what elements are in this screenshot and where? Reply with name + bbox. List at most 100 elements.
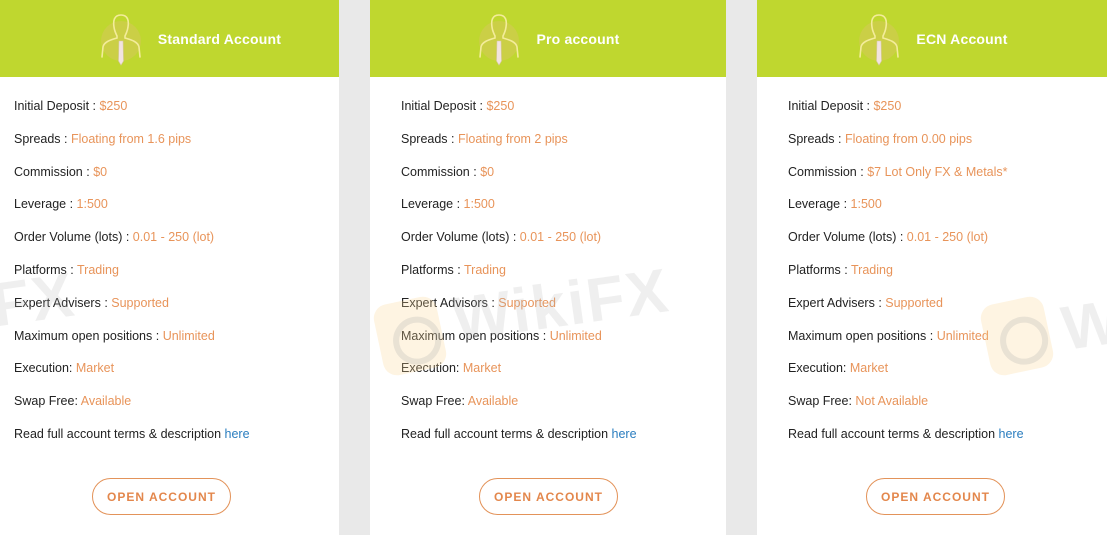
spec-label: Leverage : xyxy=(788,197,851,212)
spec-label: Expert Advisors : xyxy=(401,295,499,310)
spec-value: $250 xyxy=(486,99,515,113)
spec-row: Swap Free: Available xyxy=(14,394,339,427)
open-account-button[interactable]: OPEN ACCOUNT xyxy=(92,478,231,515)
spec-row: Expert Advisers : Supported xyxy=(14,296,339,329)
user-tie-icon xyxy=(476,11,522,69)
spec-row: Platforms : Trading xyxy=(14,263,339,296)
spec-row: Leverage : 1:500 xyxy=(401,197,726,230)
card-title: ECN Account xyxy=(916,30,1008,47)
spec-row: Leverage : 1:500 xyxy=(14,197,339,230)
spec-value: Market xyxy=(462,361,502,376)
spec-value: Available xyxy=(80,394,132,409)
spec-label: Swap Free: xyxy=(14,394,81,409)
spec-label: Leverage : xyxy=(14,197,77,212)
terms-text: Read full account terms & description xyxy=(788,426,999,441)
spec-row: Maximum open positions : Unlimited xyxy=(788,329,1107,362)
spec-label: Execution: xyxy=(14,361,76,376)
spec-row: Leverage : 1:500 xyxy=(788,197,1107,230)
spec-row: Commission : $7 Lot Only FX & Metals* xyxy=(788,165,1107,198)
card-header: Standard Account xyxy=(0,0,339,77)
spec-value: Unlimited xyxy=(549,328,602,343)
spec-value: Unlimited xyxy=(936,328,989,343)
terms-text: Read full account terms & description xyxy=(401,426,612,441)
spec-row: Spreads : Floating from 1.6 pips xyxy=(14,132,339,165)
open-account-button[interactable]: OPEN ACCOUNT xyxy=(866,478,1005,515)
spec-value: Not Available xyxy=(855,394,929,409)
spec-value: Trading xyxy=(76,262,119,277)
spec-row: Execution: Market xyxy=(401,361,726,394)
account-card-pro: Pro account Initial Deposit : $250 Spread… xyxy=(370,0,726,535)
spec-value: Supported xyxy=(111,295,169,310)
spec-row: Execution: Market xyxy=(788,361,1107,394)
spec-label: Maximum open positions : xyxy=(401,328,550,343)
terms-link[interactable]: here xyxy=(225,427,250,441)
spec-label: Platforms : xyxy=(14,262,77,277)
spec-value: Trading xyxy=(463,262,506,277)
spec-row: Maximum open positions : Unlimited xyxy=(14,329,339,362)
card-header: ECN Account xyxy=(757,0,1107,77)
terms-row: Read full account terms & description he… xyxy=(401,427,726,460)
spec-list: Initial Deposit : $250 Spreads : Floating… xyxy=(370,77,726,460)
spec-label: Swap Free: xyxy=(788,394,856,409)
spec-label: Spreads : xyxy=(788,131,845,146)
spec-row: Platforms : Trading xyxy=(788,263,1107,296)
spec-label: Execution: xyxy=(401,361,463,376)
spec-label: Commission : xyxy=(401,164,481,179)
spec-row: Swap Free: Not Available xyxy=(788,394,1107,427)
spec-value: Market xyxy=(849,361,889,376)
spec-value: 0.01 - 250 (lot) xyxy=(906,230,989,245)
spec-list: Initial Deposit : $250 Spreads : Floating… xyxy=(0,77,339,460)
spec-label: Platforms : xyxy=(788,262,851,277)
spec-label: Maximum open positions : xyxy=(788,328,937,343)
spec-label: Order Volume (lots) : xyxy=(788,230,907,245)
terms-link[interactable]: here xyxy=(999,427,1024,441)
terms-row: Read full account terms & description he… xyxy=(14,427,339,460)
spec-label: Initial Deposit : xyxy=(401,99,487,113)
terms-link[interactable]: here xyxy=(612,427,637,441)
spec-list: Initial Deposit : $250 Spreads : Floating… xyxy=(757,77,1107,460)
spec-label: Leverage : xyxy=(401,197,464,212)
spec-row: Initial Deposit : $250 xyxy=(788,99,1107,132)
account-card-ecn: ECN Account Initial Deposit : $250 Spread… xyxy=(757,0,1107,535)
spec-row: Expert Advisers : Supported xyxy=(788,296,1107,329)
spec-value: $7 Lot Only FX & Metals* xyxy=(867,164,1008,179)
spec-value: 1:500 xyxy=(463,197,495,212)
spec-row: Expert Advisors : Supported xyxy=(401,296,726,329)
spec-row: Platforms : Trading xyxy=(401,263,726,296)
spec-value: Supported xyxy=(885,295,943,310)
spec-row: Swap Free: Available xyxy=(401,394,726,427)
spec-label: Platforms : xyxy=(401,262,464,277)
spec-value: Supported xyxy=(498,295,556,310)
open-account-button[interactable]: OPEN ACCOUNT xyxy=(479,478,618,515)
spec-value: 1:500 xyxy=(76,197,108,212)
spec-value: $250 xyxy=(873,99,902,113)
spec-value: Available xyxy=(467,394,519,409)
spec-row: Spreads : Floating from 0.00 pips xyxy=(788,132,1107,165)
account-card-standard: Standard Account Initial Deposit : $250 S… xyxy=(0,0,339,535)
spec-label: Execution: xyxy=(788,361,850,376)
spec-value: Floating from 1.6 pips xyxy=(70,131,192,146)
spec-value: Unlimited xyxy=(162,328,215,343)
spec-value: 0.01 - 250 (lot) xyxy=(519,230,602,245)
card-title: Standard Account xyxy=(157,30,282,47)
spec-row: Initial Deposit : $250 xyxy=(14,99,339,132)
account-types-page: Standard Account Initial Deposit : $250 S… xyxy=(0,0,1107,535)
spec-value: $0 xyxy=(480,164,495,179)
terms-text: Read full account terms & description xyxy=(14,426,225,441)
spec-value: 1:500 xyxy=(850,197,882,212)
spec-label: Spreads : xyxy=(401,131,458,146)
spec-label: Commission : xyxy=(788,164,868,179)
spec-value: Trading xyxy=(850,262,893,277)
spec-label: Spreads : xyxy=(14,131,71,146)
user-tie-icon xyxy=(856,11,902,69)
spec-row: Order Volume (lots) : 0.01 - 250 (lot) xyxy=(401,230,726,263)
spec-label: Swap Free: xyxy=(401,394,468,409)
spec-label: Initial Deposit : xyxy=(14,99,100,113)
spec-row: Initial Deposit : $250 xyxy=(401,99,726,132)
spec-label: Order Volume (lots) : xyxy=(401,230,520,245)
terms-row: Read full account terms & description he… xyxy=(788,427,1107,460)
spec-value: Market xyxy=(75,361,115,376)
card-header: Pro account xyxy=(370,0,726,77)
spec-label: Initial Deposit : xyxy=(788,99,874,113)
spec-label: Order Volume (lots) : xyxy=(14,230,133,245)
